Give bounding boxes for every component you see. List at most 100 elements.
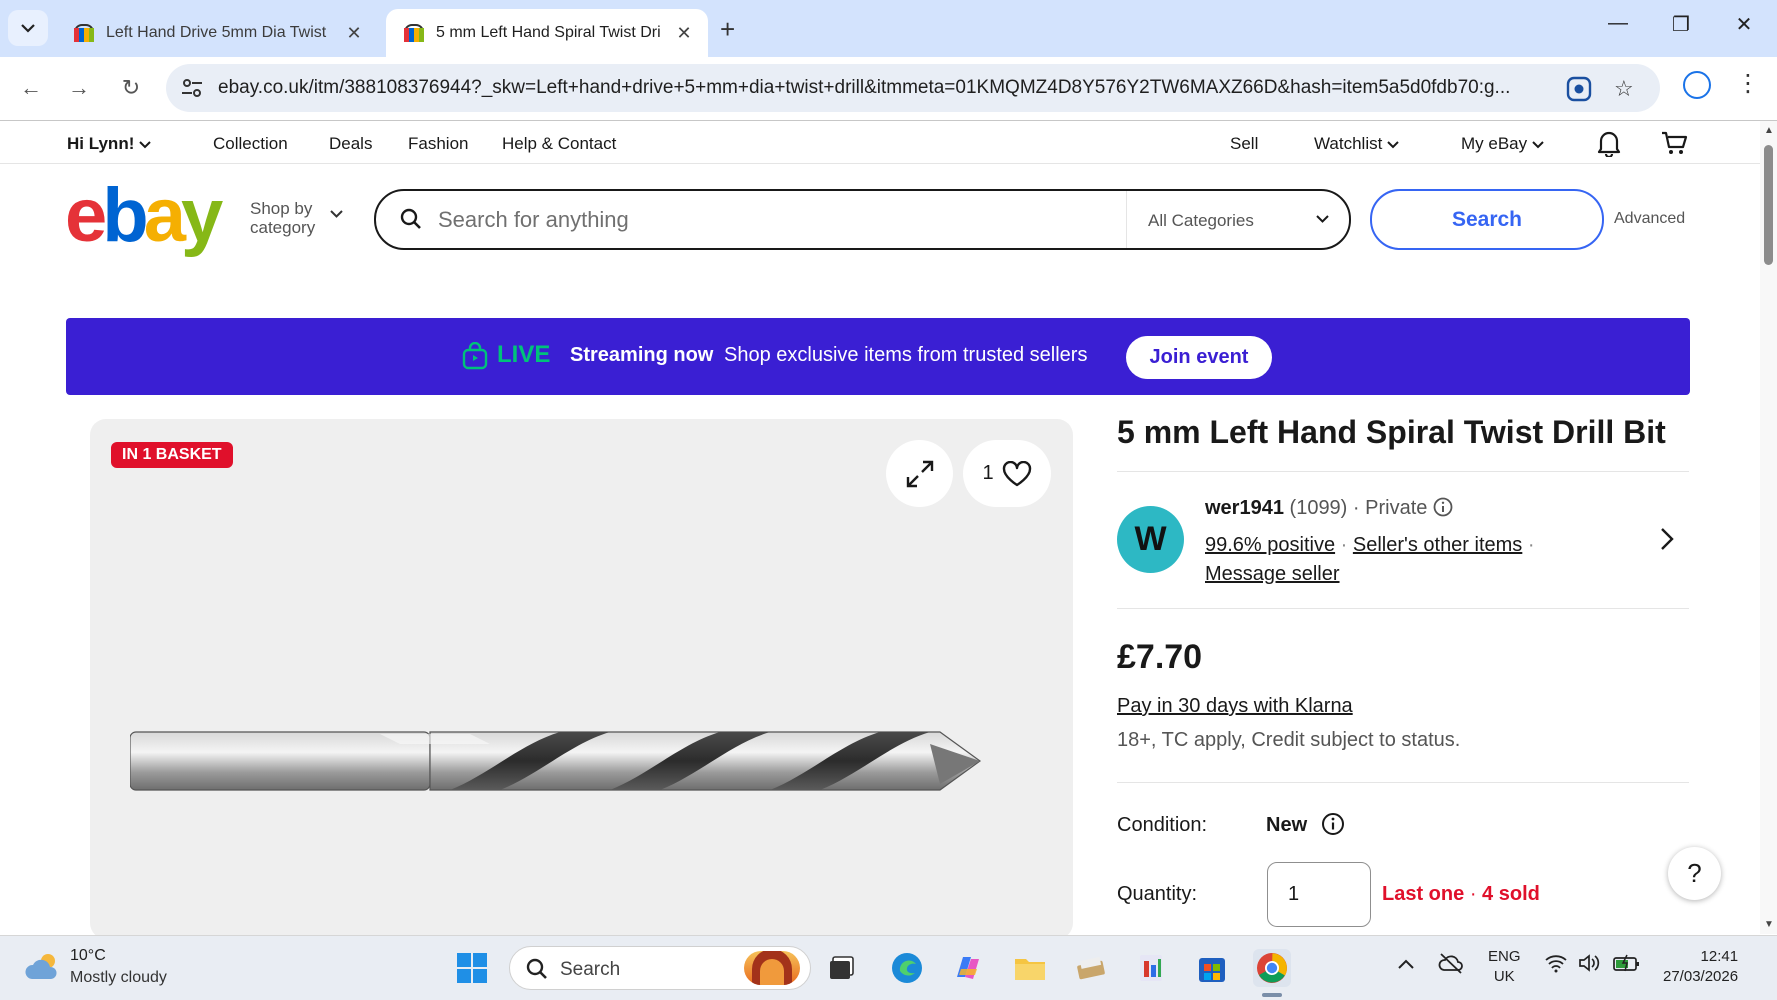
scroll-down-arrow-icon[interactable]: ▼ [1764,919,1774,930]
watchlist-menu[interactable]: Watchlist [1314,134,1399,154]
clock-time: 12:41 [1700,948,1739,965]
expand-image-button[interactable] [886,440,953,507]
live-label: LIVE [497,341,551,368]
google-lens-icon[interactable] [1566,76,1592,108]
live-streaming-banner[interactable]: LIVE Streaming now Shop exclusive items … [66,318,1690,395]
seller-feedback-link[interactable]: 99.6% positive [1205,534,1335,556]
chevron-right-icon[interactable] [1660,527,1674,551]
windows-start-icon[interactable] [453,949,491,987]
close-icon[interactable]: ✕ [344,23,364,44]
klarna-link[interactable]: Pay in 30 days with Klarna [1117,695,1353,718]
weather-description: Mostly cloudy [70,969,167,986]
product-title: 5 mm Left Hand Spiral Twist Drill Bit [1117,414,1666,450]
cart-icon[interactable] [1660,130,1688,161]
seller-type: Private [1365,497,1428,519]
last-one-label: Last one [1382,883,1465,905]
scroll-up-arrow-icon[interactable]: ▲ [1764,125,1774,136]
seller-avatar[interactable]: W [1117,506,1184,573]
cloud-sync-off-icon[interactable] [1438,952,1464,979]
url-text: ebay.co.uk/itm/388108376944?_skw=Left+ha… [218,77,1511,98]
app-icon[interactable] [1132,949,1170,987]
edge-browser-icon[interactable] [888,949,926,987]
browser-tab[interactable]: Left Hand Drive 5mm Dia Twist ✕ [56,9,378,57]
taskbar-search[interactable]: Search [509,946,811,990]
availability-status: Last one · 4 sold [1382,883,1540,906]
minimize-icon[interactable]: — [1598,12,1638,35]
product-image-gallery[interactable]: IN 1 BASKET 1 [90,419,1073,939]
chevron-down-icon [1316,215,1329,223]
join-event-button[interactable]: Join event [1126,336,1272,379]
condition-label: Condition: [1117,814,1208,836]
chevron-down-icon [139,141,151,149]
copilot-icon[interactable] [949,949,987,987]
close-icon[interactable]: ✕ [674,23,694,44]
page-scrollbar[interactable]: ▲ ▼ [1760,121,1777,934]
search-highlight-icon [744,951,800,985]
search-input[interactable] [438,203,1098,237]
reload-icon[interactable]: ↻ [116,75,146,101]
weather-temperature: 10°C [70,947,106,964]
nav-link-collection[interactable]: Collection [213,134,288,154]
restore-icon[interactable]: ❐ [1661,12,1701,37]
cloudy-weather-icon[interactable] [24,951,62,981]
address-bar[interactable]: ebay.co.uk/itm/388108376944?_skw=Left+ha… [166,64,1660,112]
profile-avatar-icon[interactable] [1683,71,1711,99]
more-menu-icon[interactable]: ⋮ [1736,69,1760,98]
info-icon[interactable] [1433,497,1453,517]
ebay-logo[interactable]: ebay [65,178,223,254]
chevron-down-icon [1532,141,1544,149]
ebay-favicon-icon [72,24,94,42]
quantity-input[interactable] [1267,862,1371,927]
app-icon[interactable] [1072,949,1110,987]
streaming-description: Shop exclusive items from trusted seller… [724,344,1088,366]
browser-tab-active[interactable]: 5 mm Left Hand Spiral Twist Dri ✕ [386,9,708,57]
separator-dot: · [1352,497,1360,519]
shop-by-category-button[interactable]: Shop by category [250,199,315,237]
microsoft-store-icon[interactable] [1193,949,1231,987]
battery-charging-icon[interactable] [1612,953,1642,978]
nav-link-help-contact[interactable]: Help & Contact [502,134,616,154]
my-ebay-label: My eBay [1461,134,1528,153]
help-button[interactable]: ? [1668,847,1721,900]
system-clock[interactable]: 12:41 27/03/2026 [1663,947,1738,987]
seller-name[interactable]: wer1941 [1205,497,1284,519]
bookmark-star-icon[interactable]: ☆ [1614,76,1634,102]
back-arrow-icon[interactable]: ← [16,75,46,101]
seller-other-items-link[interactable]: Seller's other items [1353,534,1522,556]
chevron-down-icon [1387,141,1399,149]
forward-arrow-icon[interactable]: → [64,75,94,101]
watch-button[interactable]: 1 [963,440,1051,507]
chrome-browser-icon[interactable] [1253,949,1291,987]
clock-date: 27/03/2026 [1663,968,1739,985]
search-button[interactable]: Search [1370,189,1604,250]
new-tab-button[interactable]: + [720,14,735,45]
language-code: ENG [1488,948,1521,965]
chevron-down-icon [330,210,343,218]
search-icon [526,958,547,979]
input-language[interactable]: ENG UK [1488,947,1521,987]
sell-link[interactable]: Sell [1230,134,1258,154]
separator-dot: · [1527,534,1535,556]
category-label: category [250,218,316,237]
info-icon[interactable] [1321,812,1345,836]
seller-feedback-count: (1099) [1289,497,1348,519]
tab-search-button[interactable] [8,10,48,46]
notification-bell-icon[interactable] [1596,129,1622,162]
message-seller-link[interactable]: Message seller [1205,563,1340,585]
file-explorer-icon[interactable] [1011,949,1049,987]
volume-icon[interactable] [1578,953,1602,978]
shopping-bag-icon [462,342,488,370]
windows-taskbar: 10°C Mostly cloudy Search ENG UK 12:41 2… [0,935,1777,1000]
my-ebay-menu[interactable]: My eBay [1461,134,1544,154]
site-settings-icon[interactable] [180,77,204,99]
nav-link-fashion[interactable]: Fashion [408,134,468,154]
advanced-search-link[interactable]: Advanced [1614,210,1685,228]
greeting-menu[interactable]: Hi Lynn! [67,134,151,154]
category-select[interactable]: All Categories [1148,211,1254,231]
window-close-icon[interactable]: ✕ [1724,12,1764,37]
nav-link-deals[interactable]: Deals [329,134,372,154]
chevron-up-icon[interactable] [1398,956,1414,974]
scroll-thumb[interactable] [1764,145,1773,265]
task-view-icon[interactable] [823,949,861,987]
wifi-icon[interactable] [1544,953,1568,978]
